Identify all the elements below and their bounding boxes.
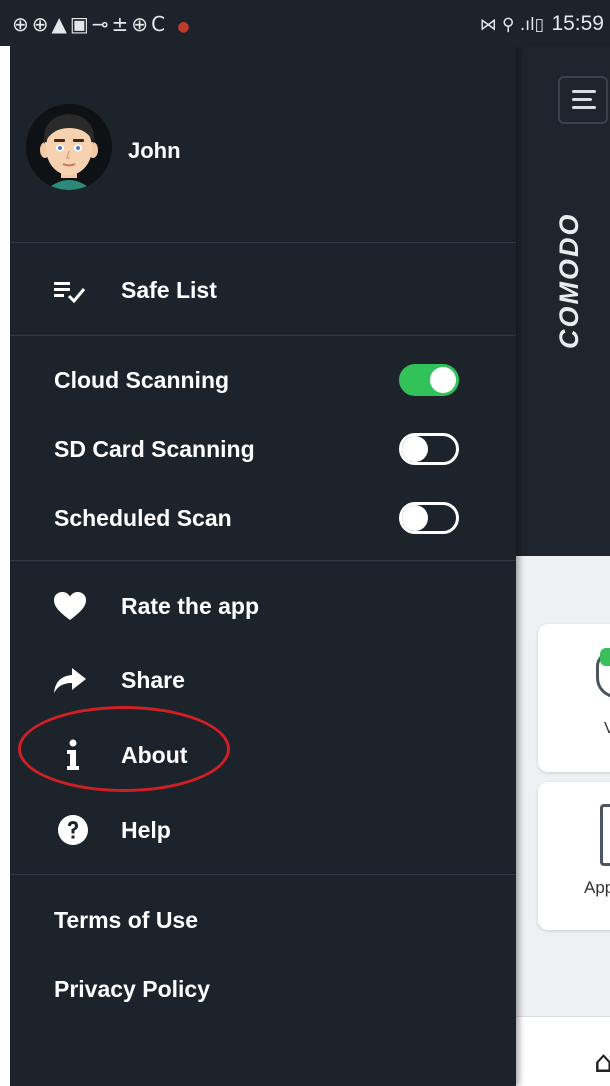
app-header: COMODO xyxy=(516,46,610,556)
share-arrow-icon xyxy=(52,664,88,696)
feature-card-label: App xyxy=(584,878,610,897)
avatar-face-icon xyxy=(26,104,112,190)
screen: ⊕⊕▲▣⊸±⊕C ● ⋈ ⚲ .ıl▯ 15:59 COMODO V App ⌂… xyxy=(0,0,610,1086)
menu-item-help[interactable]: Help xyxy=(10,800,516,860)
notification-icons-text: ⊕⊕▲▣⊸±⊕C xyxy=(12,12,169,36)
menu-item-label: Rate the app xyxy=(121,593,260,619)
screen-edge xyxy=(0,46,10,1086)
status-bar: ⊕⊕▲▣⊸±⊕C ● ⋈ ⚲ .ıl▯ 15:59 xyxy=(0,0,610,46)
brand-logo: COMODO xyxy=(554,212,584,350)
divider xyxy=(10,874,516,875)
app-background: COMODO V App ⌂ xyxy=(516,46,610,1086)
help-circle-icon xyxy=(52,814,88,846)
app-body: V App xyxy=(516,556,610,1086)
menu-button[interactable] xyxy=(558,76,608,124)
heart-icon xyxy=(52,590,88,622)
switch-knob xyxy=(430,367,456,393)
divider xyxy=(10,335,516,336)
menu-line-icon xyxy=(572,90,596,93)
menu-item-safe-list[interactable]: Safe List xyxy=(10,260,516,320)
menu-line-icon xyxy=(572,106,596,109)
app-lock-icon xyxy=(600,804,610,866)
terms-of-use-link[interactable]: Terms of Use xyxy=(54,907,198,934)
toggle-row-cloud-scanning: Cloud Scanning xyxy=(10,349,516,411)
divider xyxy=(10,242,516,243)
system-icons-text: ⋈ ⚲ .ıl▯ xyxy=(479,15,545,35)
menu-item-about[interactable]: About xyxy=(10,725,516,785)
scheduled-scan-switch[interactable] xyxy=(399,502,459,534)
menu-item-label: Share xyxy=(121,667,185,693)
system-icons: ⋈ ⚲ .ıl▯ 15:59 xyxy=(480,12,604,36)
menu-item-share[interactable]: Share xyxy=(10,650,516,710)
feature-card[interactable]: App xyxy=(538,782,610,930)
checklist-icon xyxy=(52,274,88,306)
toggle-row-sd-card-scanning: SD Card Scanning xyxy=(10,418,516,480)
toggle-label: SD Card Scanning xyxy=(54,436,255,462)
toggle-label: Scheduled Scan xyxy=(54,505,232,531)
profile-header[interactable]: John xyxy=(10,46,516,242)
menu-item-label: Safe List xyxy=(121,277,217,303)
status-time: 15:59 xyxy=(551,12,604,35)
bottom-nav: ⌂ xyxy=(516,1016,610,1086)
menu-line-icon xyxy=(572,98,592,101)
feature-card-label: V xyxy=(604,720,610,737)
toggle-row-scheduled-scan: Scheduled Scan xyxy=(10,487,516,549)
switch-knob xyxy=(402,505,428,531)
menu-item-label: Help xyxy=(121,817,171,843)
switch-knob xyxy=(402,436,428,462)
info-icon xyxy=(52,739,88,771)
notification-dot-icon: ● xyxy=(177,19,193,35)
scan-status-icon xyxy=(600,648,610,666)
notification-icons: ⊕⊕▲▣⊸±⊕C ● xyxy=(12,12,193,36)
feature-card[interactable]: V xyxy=(538,624,610,772)
menu-item-label: About xyxy=(121,742,188,768)
home-icon[interactable]: ⌂ xyxy=(594,1045,610,1080)
menu-item-rate-the-app[interactable]: Rate the app xyxy=(10,576,516,636)
cloud-scanning-switch[interactable] xyxy=(399,364,459,396)
privacy-policy-link[interactable]: Privacy Policy xyxy=(54,976,210,1003)
sd-card-scanning-switch[interactable] xyxy=(399,433,459,465)
navigation-drawer: John Safe List Cloud Scanning SD Card Sc… xyxy=(10,46,516,1086)
divider xyxy=(10,560,516,561)
user-name: John xyxy=(128,138,181,163)
avatar xyxy=(26,104,112,190)
toggle-label: Cloud Scanning xyxy=(54,367,230,393)
